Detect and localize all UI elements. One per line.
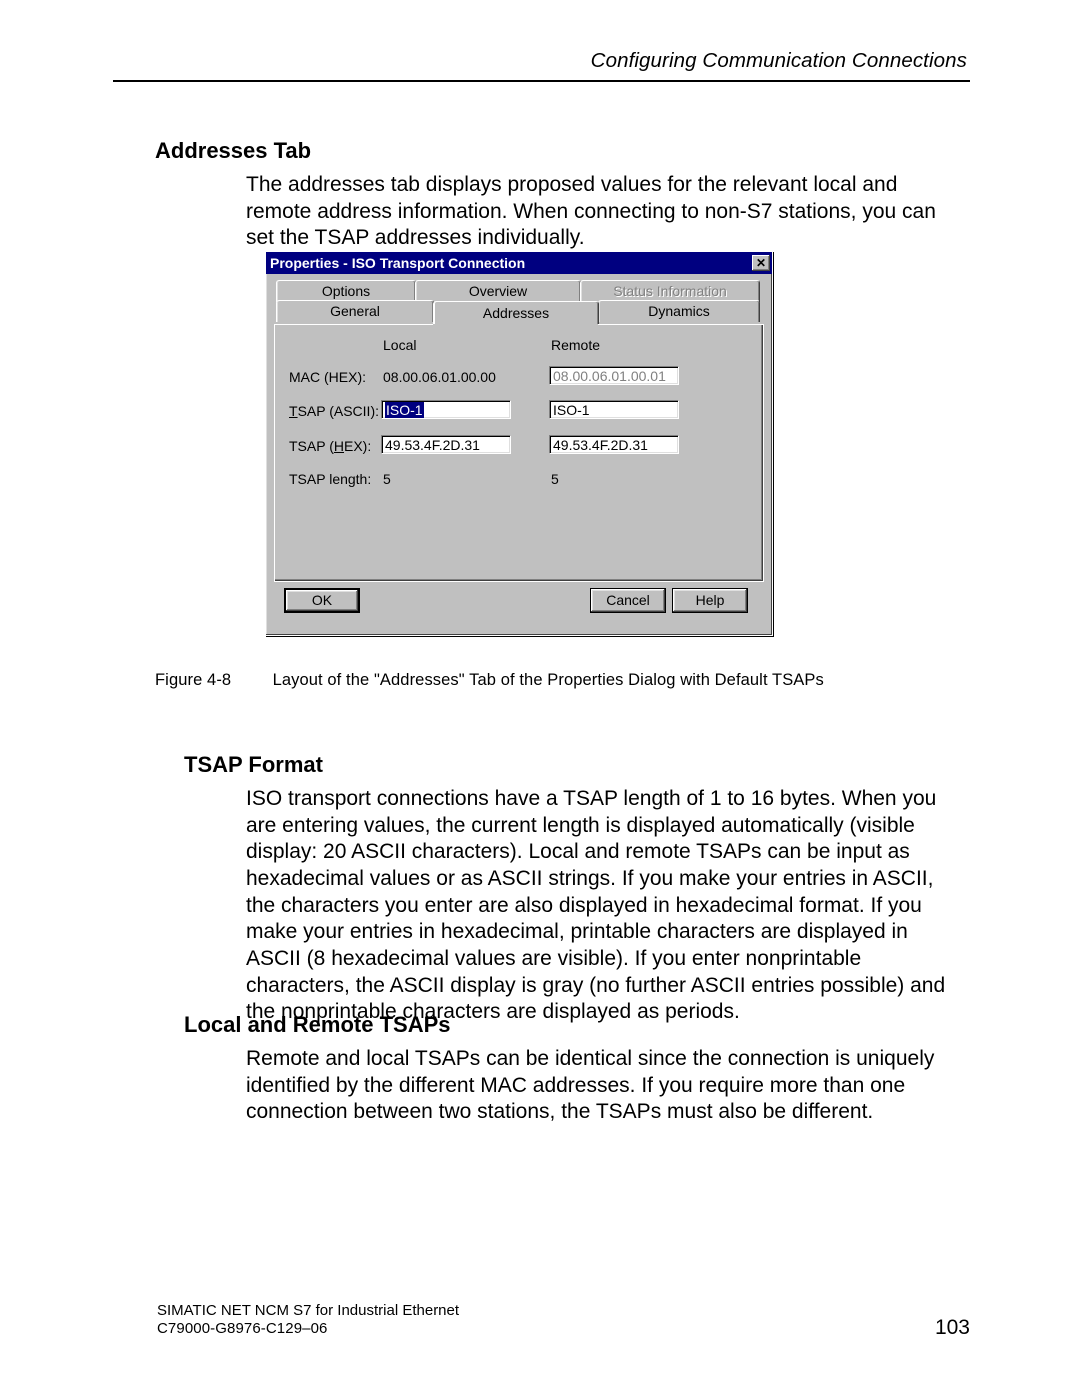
field-local-tsap-hex[interactable]: 49.53.4F.2D.31 xyxy=(381,435,511,454)
field-remote-mac[interactable]: 08.00.06.01.00.01 xyxy=(549,366,679,385)
tab-general[interactable]: General xyxy=(276,300,434,322)
label-tsap-hex: TSAP (HEX): xyxy=(289,438,371,454)
field-local-tsap-ascii[interactable]: ISO-1 xyxy=(381,400,511,419)
help-button[interactable]: Help xyxy=(672,588,748,613)
value-local-tsap-length: 5 xyxy=(383,471,391,487)
footer-line-1: SIMATIC NET NCM S7 for Industrial Ethern… xyxy=(157,1302,970,1321)
tab-status-information[interactable]: Status Information xyxy=(580,280,760,302)
paragraph-local-remote-tsaps: Remote and local TSAPs can be identical … xyxy=(246,1046,966,1126)
figure-label: Figure 4-8 xyxy=(155,671,231,689)
field-remote-tsap-hex[interactable]: 49.53.4F.2D.31 xyxy=(549,435,679,454)
figure-caption: Figure 4-8 Layout of the "Addresses" Tab… xyxy=(155,671,824,690)
close-icon[interactable]: ✕ xyxy=(752,255,770,271)
properties-dialog: Properties - ISO Transport Connection ✕ … xyxy=(265,251,773,636)
tab-addresses[interactable]: Addresses xyxy=(433,301,599,324)
field-remote-tsap-ascii[interactable]: ISO-1 xyxy=(549,400,679,419)
page-footer: SIMATIC NET NCM S7 for Industrial Ethern… xyxy=(157,1302,970,1340)
column-header-local: Local xyxy=(383,337,416,353)
running-head: Configuring Communication Connections xyxy=(591,49,967,73)
label-tsap-length: TSAP length: xyxy=(289,471,371,487)
tab-overview[interactable]: Overview xyxy=(415,280,581,302)
dialog-titlebar[interactable]: Properties - ISO Transport Connection ✕ xyxy=(266,252,772,274)
tab-panel-addresses: Local Remote MAC (HEX): TSAP (ASCII): TS… xyxy=(274,324,764,582)
heading-tsap-format: TSAP Format xyxy=(184,752,323,778)
footer-line-2: C79000-G8976-C129–06 xyxy=(157,1320,970,1339)
tab-strip: Options Overview Status Information Gene… xyxy=(274,280,764,324)
page-number: 103 xyxy=(935,1315,970,1341)
value-local-mac: 08.00.06.01.00.00 xyxy=(383,369,496,385)
paragraph-tsap-format: ISO transport connections have a TSAP le… xyxy=(246,786,966,1026)
paragraph-addresses-tab: The addresses tab displays proposed valu… xyxy=(246,172,966,252)
dialog-title: Properties - ISO Transport Connection xyxy=(270,255,752,271)
ok-button[interactable]: OK xyxy=(284,588,360,613)
heading-addresses-tab: Addresses Tab xyxy=(155,138,311,164)
header-rule xyxy=(113,80,970,82)
label-tsap-ascii: TSAP (ASCII): xyxy=(289,403,379,419)
value-remote-tsap-length: 5 xyxy=(551,471,559,487)
heading-local-remote-tsaps: Local and Remote TSAPs xyxy=(184,1012,451,1038)
label-mac: MAC (HEX): xyxy=(289,369,366,385)
cancel-button[interactable]: Cancel xyxy=(590,588,666,613)
tab-dynamics[interactable]: Dynamics xyxy=(598,300,760,322)
column-header-remote: Remote xyxy=(551,337,600,353)
tab-options[interactable]: Options xyxy=(276,280,416,302)
figure-text: Layout of the "Addresses" Tab of the Pro… xyxy=(273,671,824,689)
